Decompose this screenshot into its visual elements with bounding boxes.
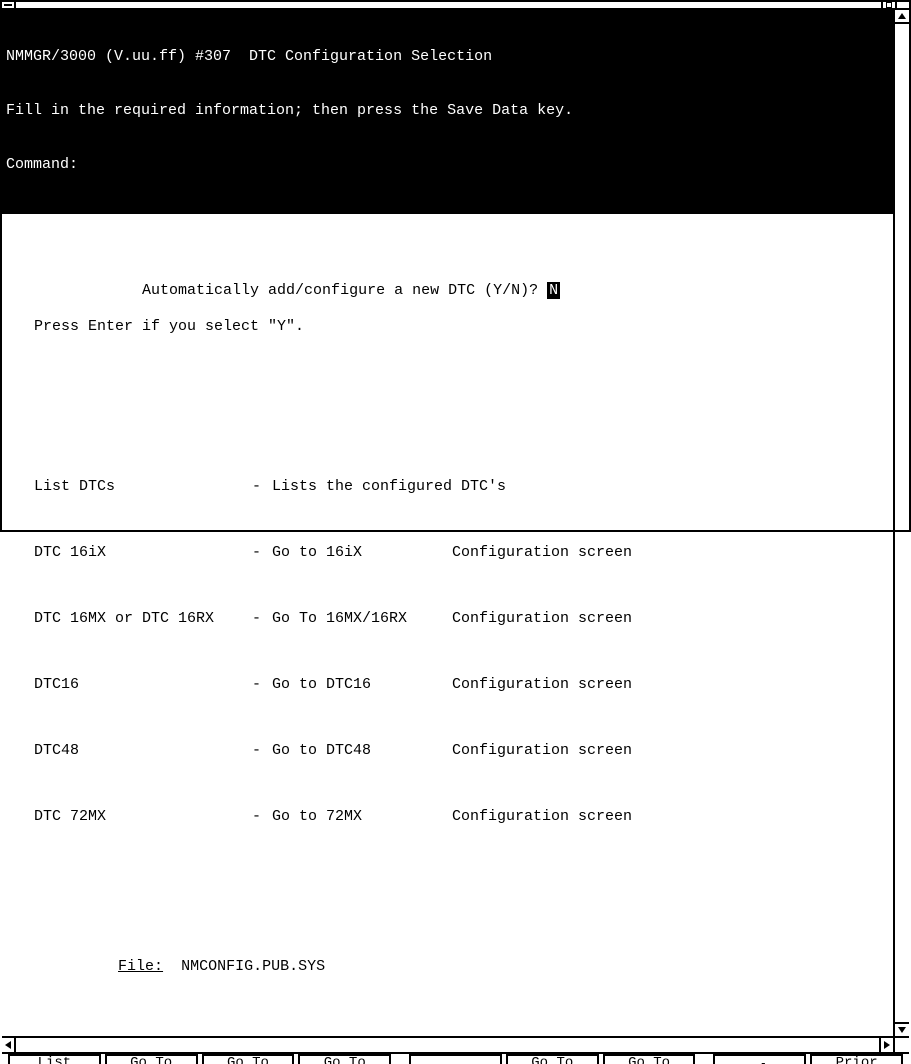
file-label: File:	[118, 958, 163, 975]
option-label: DTC16	[34, 676, 252, 694]
vertical-scrollbar[interactable]	[893, 10, 909, 1036]
scroll-left-icon[interactable]	[2, 1038, 16, 1052]
fkey-line1: Prior	[836, 1056, 878, 1064]
option-label: DTC 16iX	[34, 544, 252, 562]
screen-instruction: Fill in the required information; then p…	[6, 102, 889, 120]
dash-icon: -	[252, 676, 272, 694]
option-dtc-16ix: DTC 16iX - Go to 16iX Configuration scre…	[34, 538, 889, 568]
scroll-up-icon[interactable]	[895, 10, 909, 24]
option-label: List DTCs	[34, 478, 252, 496]
option-label: DTC 72MX	[34, 808, 252, 826]
screen-title: NMMGR/3000 (V.uu.ff) #307 DTC Configurat…	[6, 48, 889, 66]
option-action: Go to 16iX	[272, 544, 452, 562]
option-dtc-16mx-16rx: DTC 16MX or DTC 16RX - Go To 16MX/16RX C…	[34, 604, 889, 634]
fkey-line1: Go To	[531, 1056, 573, 1064]
option-dtc48: DTC48 - Go to DTC48 Configuration screen	[34, 736, 889, 766]
fkey-goto-dtc16[interactable]: Go To DTC16	[298, 1054, 391, 1064]
titlebar-restore-icon[interactable]	[881, 2, 895, 8]
fkey-goto-16mxrx[interactable]: Go To 16MX/RX	[202, 1054, 295, 1064]
scrollbar-corner	[893, 1036, 909, 1052]
option-action: Go to DTC16	[272, 676, 452, 694]
option-action: Go To 16MX/16RX	[272, 610, 452, 628]
fkey-line1: Go To	[227, 1056, 269, 1064]
auto-add-field[interactable]: N	[547, 282, 560, 299]
option-action: Go to 72MX	[272, 808, 452, 826]
option-action: Go to DTC48	[272, 742, 452, 760]
dash-icon: -	[252, 808, 272, 826]
option-label: DTC 16MX or DTC 16RX	[34, 610, 252, 628]
window-titlebar	[2, 2, 909, 10]
auto-add-question: Automatically add/configure a new DTC (Y…	[142, 282, 547, 299]
terminal-content: NMMGR/3000 (V.uu.ff) #307 DTC Configurat…	[2, 10, 893, 1036]
option-desc: Configuration screen	[452, 808, 889, 826]
fkey-goto-72mx[interactable]: Go To 72MX	[603, 1054, 696, 1064]
option-dtc16: DTC16 - Go to DTC16 Configuration screen	[34, 670, 889, 700]
fkey-help[interactable]: Help	[713, 1054, 806, 1064]
dash-icon: -	[252, 478, 272, 496]
titlebar-menu-icon[interactable]	[2, 2, 16, 8]
option-desc: Configuration screen	[452, 676, 889, 694]
dash-icon: -	[252, 742, 272, 760]
screen-header: NMMGR/3000 (V.uu.ff) #307 DTC Configurat…	[2, 10, 893, 214]
option-desc: Configuration screen	[452, 742, 889, 760]
option-desc: Configuration screen	[452, 610, 889, 628]
scroll-track[interactable]	[895, 24, 909, 1022]
scroll-track[interactable]	[16, 1038, 879, 1052]
client-area: NMMGR/3000 (V.uu.ff) #307 DTC Configurat…	[2, 10, 909, 1054]
dash-icon: -	[252, 610, 272, 628]
horizontal-scrollbar[interactable]	[2, 1036, 893, 1052]
option-desc: Configuration screen	[452, 544, 889, 562]
option-list-dtcs: List DTCs - Lists the configured DTC's	[34, 472, 889, 502]
screen-body: Automatically add/configure a new DTC (Y…	[2, 214, 893, 1036]
fkey-line1: Go To	[130, 1056, 172, 1064]
option-list: List DTCs - Lists the configured DTC's D…	[6, 436, 889, 868]
option-action: Lists the configured DTC's	[272, 478, 452, 496]
option-label: DTC48	[34, 742, 252, 760]
fkey-prior-screen[interactable]: Prior Screen	[810, 1054, 903, 1064]
fkey-line1: List	[38, 1056, 72, 1064]
auto-add-hint: Press Enter if you select "Y".	[34, 318, 889, 336]
option-desc	[452, 478, 889, 496]
fkey-list-dtcs[interactable]: List DTCs	[8, 1054, 101, 1064]
file-line: File: NMCONFIG.PUB.SYS	[6, 922, 889, 1000]
fkey-line1: Help	[743, 1063, 777, 1064]
fkey-line1: Go To	[324, 1056, 366, 1064]
command-prompt[interactable]: Command:	[6, 156, 889, 174]
file-value: NMCONFIG.PUB.SYS	[181, 958, 325, 975]
option-dtc-72mx: DTC 72MX - Go to 72MX Configuration scre…	[34, 802, 889, 832]
scroll-right-icon[interactable]	[879, 1038, 893, 1052]
fkey-goto-dtc48[interactable]: Go To DTC48	[506, 1054, 599, 1064]
dash-icon: -	[252, 544, 272, 562]
titlebar-maximize-icon[interactable]	[895, 2, 909, 8]
scroll-down-icon[interactable]	[895, 1022, 909, 1036]
fkey-line1: Go To	[628, 1056, 670, 1064]
fkey-goto-16ix[interactable]: Go To 16iX	[105, 1054, 198, 1064]
function-key-row: List DTCs Go To 16iX Go To 16MX/RX Go To…	[2, 1054, 909, 1064]
terminal-window: NMMGR/3000 (V.uu.ff) #307 DTC Configurat…	[0, 0, 911, 532]
fkey-blank[interactable]	[409, 1054, 502, 1064]
